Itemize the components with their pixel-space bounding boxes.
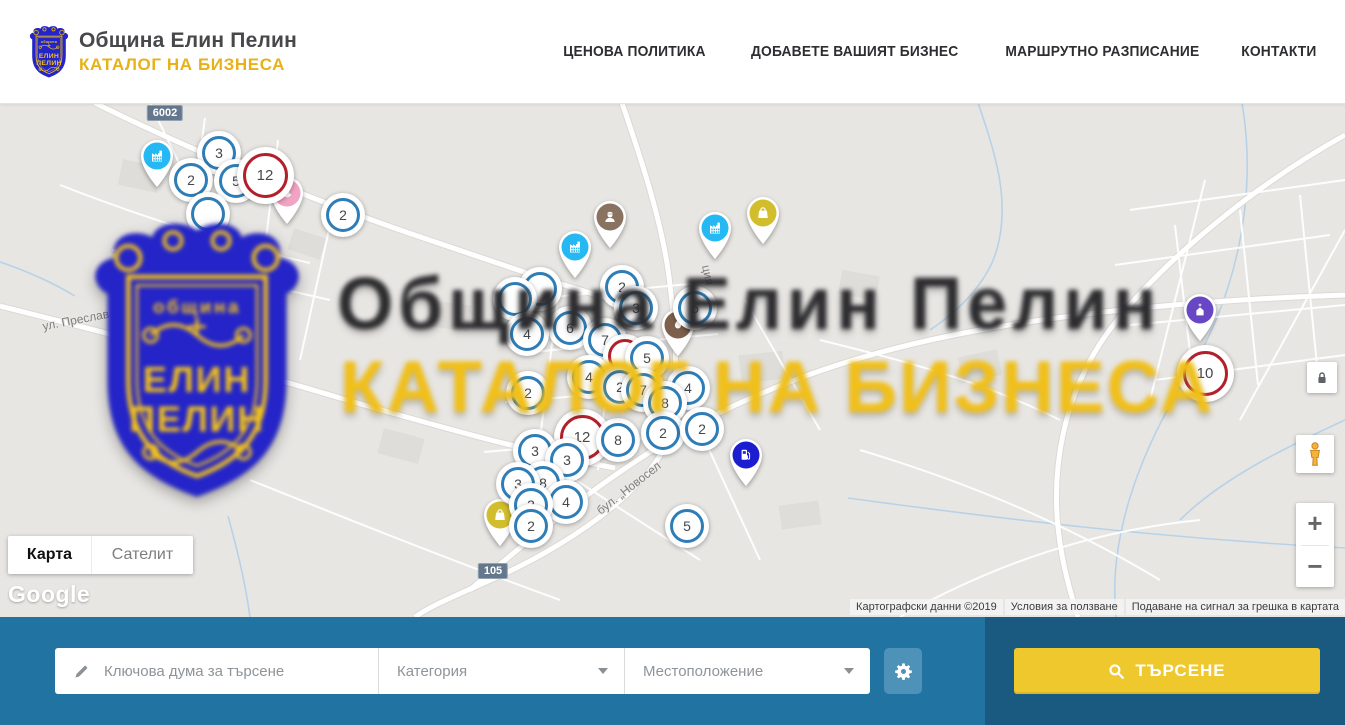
lock-button[interactable] [1307,362,1337,393]
svg-text:ЕЛИН: ЕЛИН [39,53,59,60]
nav-item-contacts[interactable]: КОНТАКТИ [1241,43,1316,60]
nav-item-pricing[interactable]: ЦЕНОВА ПОЛИТИКА [563,43,705,60]
advanced-search-button[interactable] [884,648,922,694]
pencil-icon [73,663,90,680]
svg-text:ПЕЛИН: ПЕЛИН [36,60,61,67]
map-type-map-button[interactable]: Карта [8,536,91,574]
keyword-search-input[interactable] [102,662,378,681]
keyword-section [55,648,378,694]
header: община ЕЛИН ПЕЛИН Община Елин Пелин КАТА… [0,0,1345,104]
cluster-marker[interactable]: 2 [680,407,724,451]
category-pin-worker[interactable] [590,197,630,249]
svg-text:община: община [41,40,58,44]
chevron-down-icon [844,668,854,674]
map-type-satellite-button[interactable]: Сателит [91,536,193,574]
municipality-crest-icon: община ЕЛИН ПЕЛИН [28,20,70,84]
cluster-marker[interactable] [186,192,230,236]
pegman-icon [1304,441,1326,467]
site-title: Община Елин Пелин [79,29,297,53]
attribution-copyright: Картографски данни ©2019 [850,599,1003,615]
cluster-marker[interactable]: 10 [1177,345,1234,402]
google-logo[interactable]: Google [8,581,90,608]
cluster-marker[interactable]: 3 [614,286,658,330]
search-bar: Категория Местоположение ТЪРСЕНЕ [0,617,1345,725]
category-pin-church[interactable] [1180,290,1220,342]
cluster-marker[interactable]: 5 [665,504,709,548]
google-map[interactable]: 6002105ул. Преславбул. „Новоселция [0,103,1345,617]
category-pin-fuel[interactable] [726,435,766,487]
site-title-block: Община Елин Пелин КАТАЛОГ НА БИЗНЕСА [79,29,297,75]
site-subtitle: КАТАЛОГ НА БИЗНЕСА [79,55,297,75]
site-logo[interactable]: община ЕЛИН ПЕЛИН Община Елин Пелин КАТА… [28,20,297,84]
category-select[interactable]: Категория [379,648,624,694]
location-select[interactable]: Местоположение [625,648,870,694]
chevron-down-icon [598,668,608,674]
zoom-control: + − [1296,503,1334,587]
gear-icon [894,662,913,681]
zoom-in-button[interactable]: + [1296,503,1334,545]
map-type-control: Карта Сателит [8,536,193,574]
cluster-marker[interactable]: 2 [321,193,365,237]
terms-of-use-link[interactable]: Условия за ползване [1005,599,1124,615]
report-map-error-link[interactable]: Подаване на сигнал за грешка в картата [1126,599,1345,615]
cluster-marker[interactable]: 8 [596,418,640,462]
cluster-marker[interactable]: 2 [641,411,685,455]
map-markers-layer: 3251222356475427428128223383432510 [0,103,1345,617]
cluster-marker[interactable]: 4 [505,312,549,356]
cluster-marker[interactable]: 2 [509,504,553,548]
cluster-marker[interactable]: 5 [673,286,717,330]
search-button-label: ТЪРСЕНЕ [1135,661,1225,681]
search-button[interactable]: ТЪРСЕНЕ [1014,648,1320,694]
search-icon [1108,663,1125,680]
location-select-value: Местоположение [643,663,763,680]
category-pin-shopping-bag[interactable] [743,193,783,245]
zoom-out-button[interactable]: − [1296,546,1334,588]
category-select-value: Категория [397,663,467,680]
nav-item-add-business[interactable]: ДОБАВЕТЕ ВАШИЯТ БИЗНЕС [751,43,958,60]
category-pin-factory[interactable] [695,208,735,260]
nav-item-route-schedule[interactable]: МАРШРУТНО РАЗПИСАНИЕ [1006,43,1200,60]
map-attribution: Картографски данни ©2019 Условия за полз… [850,599,1345,615]
cluster-marker[interactable]: 12 [237,147,294,204]
cluster-marker[interactable]: 2 [506,371,550,415]
main-nav: ЦЕНОВА ПОЛИТИКА ДОБАВЕТЕ ВАШИЯТ БИЗНЕС М… [557,0,1320,103]
search-box: Категория Местоположение [55,648,870,694]
lock-icon [1314,370,1330,386]
pegman-button[interactable] [1296,435,1334,473]
business-catalog-page: община ЕЛИН ПЕЛИН Община Елин Пелин КАТА… [0,0,1345,725]
category-pin-factory[interactable] [555,227,595,279]
